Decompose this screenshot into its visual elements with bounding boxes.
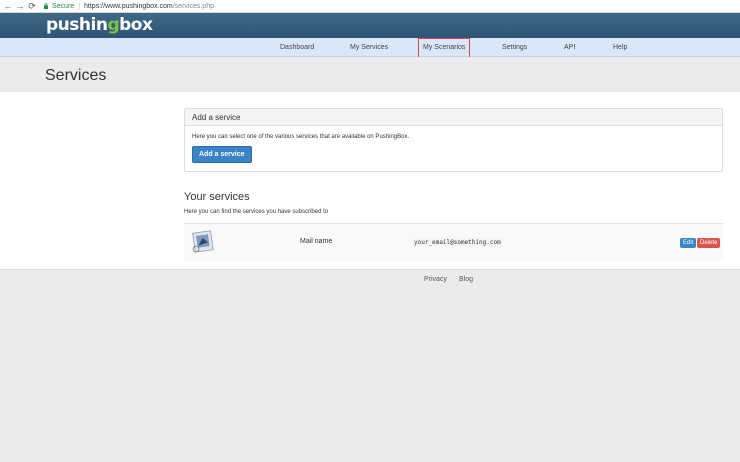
service-row: Mail name your_email@something.com Edit … xyxy=(184,223,723,261)
nav-my-scenarios[interactable]: My Scenarios xyxy=(417,38,471,58)
your-services-title: Your services xyxy=(184,191,250,203)
service-name: Mail name xyxy=(300,238,333,245)
nav-help[interactable]: Help xyxy=(613,38,627,57)
nav-my-services[interactable]: My Services xyxy=(350,38,388,57)
add-service-description: Here you can select one of the various s… xyxy=(192,134,410,140)
nav-settings[interactable]: Settings xyxy=(502,38,527,57)
delete-service-button[interactable]: Delete xyxy=(697,238,721,248)
edit-service-button[interactable]: Edit xyxy=(680,238,697,248)
main-nav: Dashboard My Services My Scenarios Setti… xyxy=(0,38,740,58)
main-content: Add a service Here you can select one of… xyxy=(0,92,740,270)
secure-label: Secure xyxy=(52,2,75,10)
footer-privacy-link[interactable]: Privacy xyxy=(424,276,447,283)
url-path: /services.php xyxy=(172,2,214,10)
pushingbox-logo[interactable]: pushingbox xyxy=(46,15,153,35)
add-service-button[interactable]: Add a service xyxy=(192,146,252,163)
logo-text-part3: box xyxy=(119,15,153,35)
nav-api[interactable]: API xyxy=(564,38,575,57)
url-host: https://www.pushingbox.com xyxy=(84,2,173,10)
forward-arrow-icon[interactable]: → xyxy=(14,0,26,12)
your-services-subtitle: Here you can find the services you have … xyxy=(184,209,329,215)
address-bar[interactable]: https://www.pushingbox.com/services.php xyxy=(84,3,214,10)
back-arrow-icon[interactable]: ← xyxy=(2,0,14,12)
mail-stamp-icon xyxy=(191,230,215,254)
add-service-panel-body: Here you can select one of the various s… xyxy=(185,126,722,171)
browser-bar: ← → ⟳ Secure | https://www.pushingbox.co… xyxy=(0,0,740,13)
title-band: Services xyxy=(0,57,740,92)
page-title: Services xyxy=(45,67,107,84)
lock-icon xyxy=(43,3,49,9)
nav-dashboard[interactable]: Dashboard xyxy=(280,38,314,57)
url-separator: | xyxy=(78,2,81,10)
footer-blog-link[interactable]: Blog xyxy=(459,276,473,283)
add-service-panel: Add a service Here you can select one of… xyxy=(184,108,723,172)
brand-header: pushingbox xyxy=(0,13,740,38)
logo-text-part2: g xyxy=(107,15,120,35)
add-service-panel-heading: Add a service xyxy=(185,109,722,126)
service-email: your_email@something.com xyxy=(412,238,503,247)
footer: Privacy Blog xyxy=(0,270,740,290)
reload-icon[interactable]: ⟳ xyxy=(26,0,38,12)
logo-text-part1: pushin xyxy=(46,15,108,35)
